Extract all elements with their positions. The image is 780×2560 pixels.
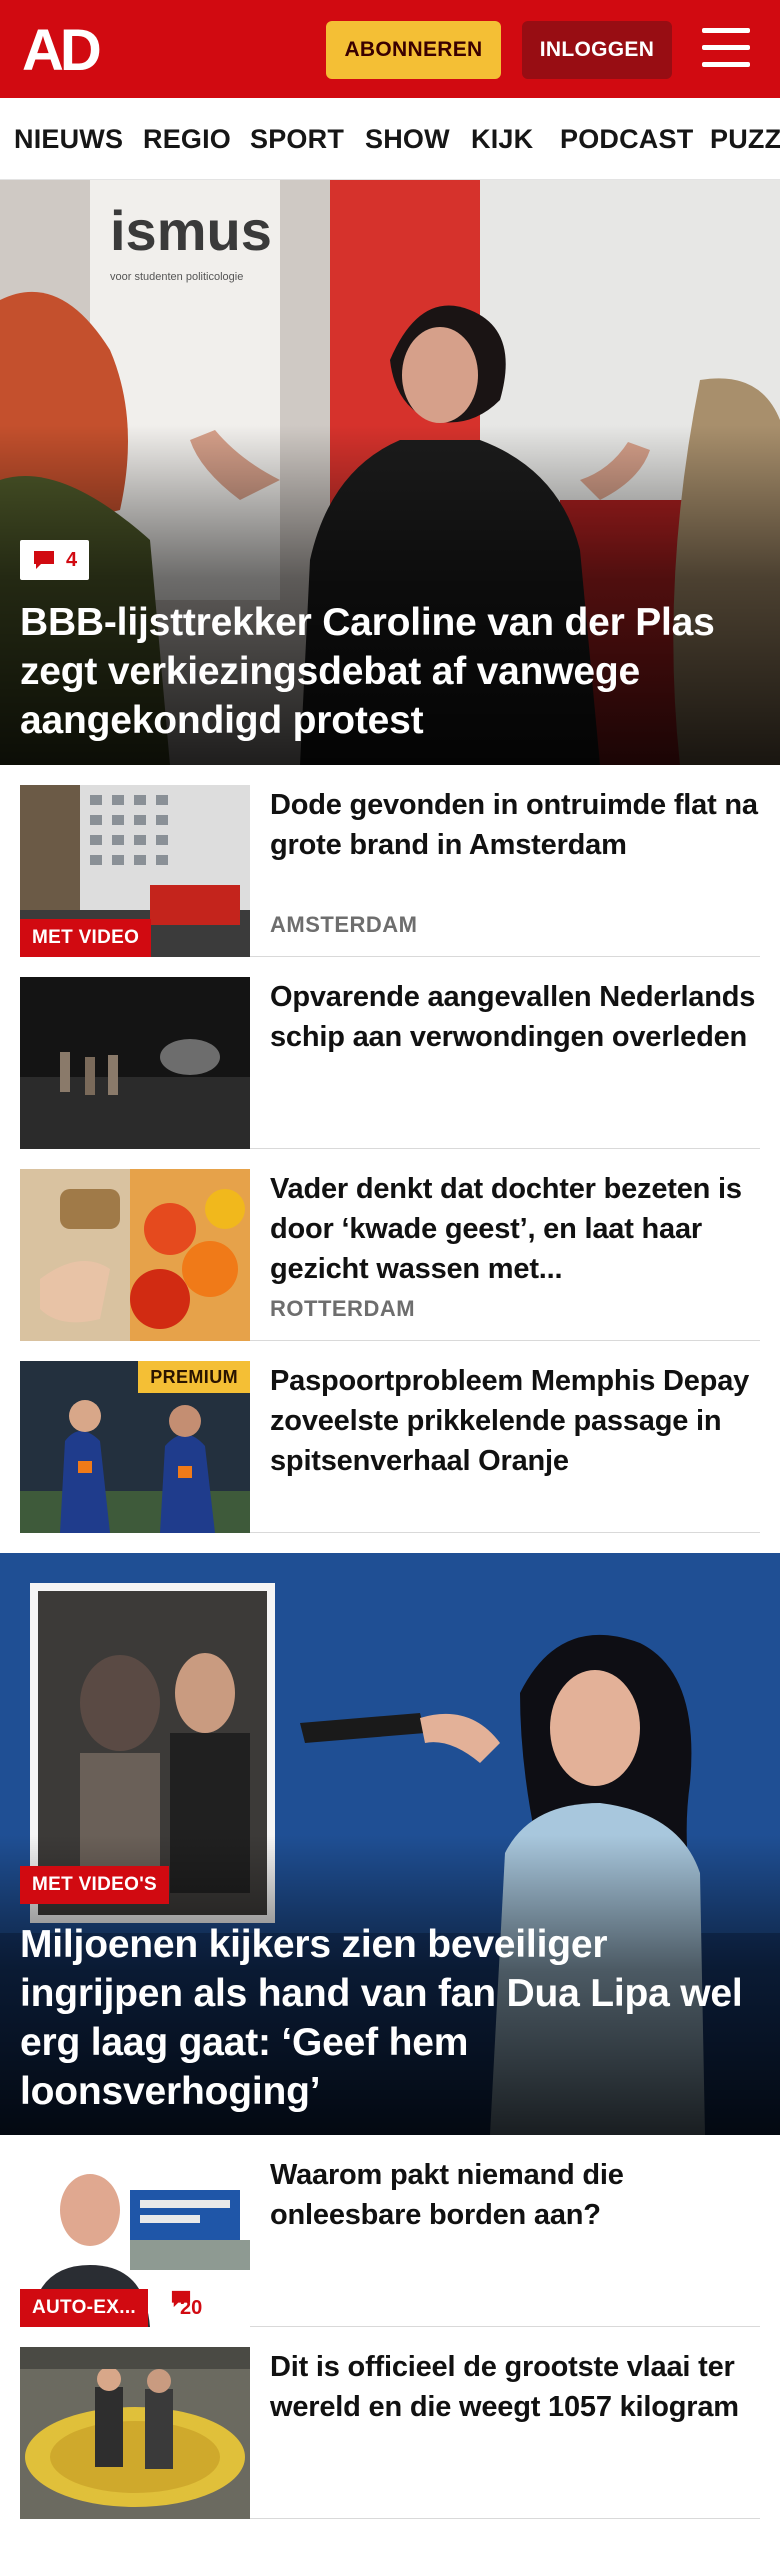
article-thumbnail <box>20 977 250 1149</box>
article-title[interactable]: Dode gevonden in ontruimde flat na grote… <box>270 785 760 865</box>
article-thumbnail: AUTO-EX... 20 <box>20 2155 250 2327</box>
nav-item-regio[interactable]: REGIO <box>143 124 231 155</box>
article-thumbnail <box>20 2347 250 2519</box>
article-thumbnail: PREMIUM <box>20 1361 250 1533</box>
list-item[interactable]: PREMIUM Paspoortprobleem Memphis Depay z… <box>20 1361 760 1533</box>
comment-count-badge: 4 <box>20 540 90 580</box>
svg-text:voor studenten politicologie: voor studenten politicologie <box>110 271 243 283</box>
nav-item-sport[interactable]: SPORT <box>250 124 344 155</box>
article-title[interactable]: Paspoortprobleem Memphis Depay zoveelste… <box>270 1361 760 1481</box>
top-header-bar: AD ABONNEREN INLOGGEN <box>0 0 780 98</box>
nav-item-show[interactable]: SHOW <box>365 124 450 155</box>
list-item[interactable]: Vader denkt dat dochter bezeten is door … <box>20 1169 760 1341</box>
video-label: MET VIDEO <box>20 919 152 957</box>
hero-article-caroline[interactable]: ismus voor studenten politicologie 4 BBB… <box>0 180 780 765</box>
logo-text: AD <box>22 20 100 78</box>
list-item[interactable]: Opvarende aangevallen Nederlands schip a… <box>20 977 760 1149</box>
article-title[interactable]: Vader denkt dat dochter bezeten is door … <box>270 1169 760 1289</box>
article-title[interactable]: Waarom pakt niemand die onleesbare borde… <box>270 2155 760 2235</box>
article-location: ROTTERDAM <box>270 1296 416 1321</box>
svg-text:ismus: ismus <box>110 199 272 262</box>
nav-item-kijk[interactable]: KIJK <box>471 124 533 155</box>
hero-title[interactable]: BBB-lijsttrekker Caroline van der Plas z… <box>20 598 765 745</box>
subscribe-button[interactable]: ABONNEREN <box>326 21 501 79</box>
nav-item-podcast[interactable]: PODCAST <box>560 124 693 155</box>
hero-article-dua-lipa[interactable]: MET VIDEO'S Miljoenen kijkers zien bevei… <box>0 1553 780 2135</box>
login-button[interactable]: INLOGGEN <box>522 21 672 79</box>
comment-icon <box>34 551 54 569</box>
article-location: AMSTERDAM <box>270 912 418 937</box>
hamburger-menu-icon[interactable] <box>700 26 752 70</box>
section-navigation: NIEUWS REGIO SPORT SHOW KIJK PODCAST PUZ… <box>0 98 780 180</box>
article-title[interactable]: Opvarende aangevallen Nederlands schip a… <box>270 977 760 1057</box>
list-item[interactable]: MET VIDEO Dode gevonden in ontruimde fla… <box>20 785 760 957</box>
videos-label: MET VIDEO'S <box>20 1866 170 1904</box>
comment-count: 4 <box>66 548 78 571</box>
comment-count-badge: 20 <box>170 2289 213 2327</box>
article-thumbnail <box>20 1169 250 1341</box>
list-item[interactable]: Dit is officieel de grootste vlaai ter w… <box>20 2347 760 2519</box>
article-thumbnail: MET VIDEO <box>20 785 250 957</box>
nav-item-nieuws[interactable]: NIEUWS <box>14 124 123 155</box>
premium-badge: PREMIUM <box>138 1361 250 1393</box>
nav-item-puzzels[interactable]: PUZZ <box>710 124 780 155</box>
category-label: AUTO-EX... <box>20 2289 148 2327</box>
list-item[interactable]: AUTO-EX... 20 Waarom pakt niemand die on… <box>20 2155 760 2327</box>
article-title[interactable]: Dit is officieel de grootste vlaai ter w… <box>270 2347 760 2427</box>
hero-title[interactable]: Miljoenen kijkers zien beveiliger ingrij… <box>20 1920 765 2116</box>
comment-icon <box>171 2290 191 2308</box>
ad-logo[interactable]: AD <box>22 20 117 78</box>
